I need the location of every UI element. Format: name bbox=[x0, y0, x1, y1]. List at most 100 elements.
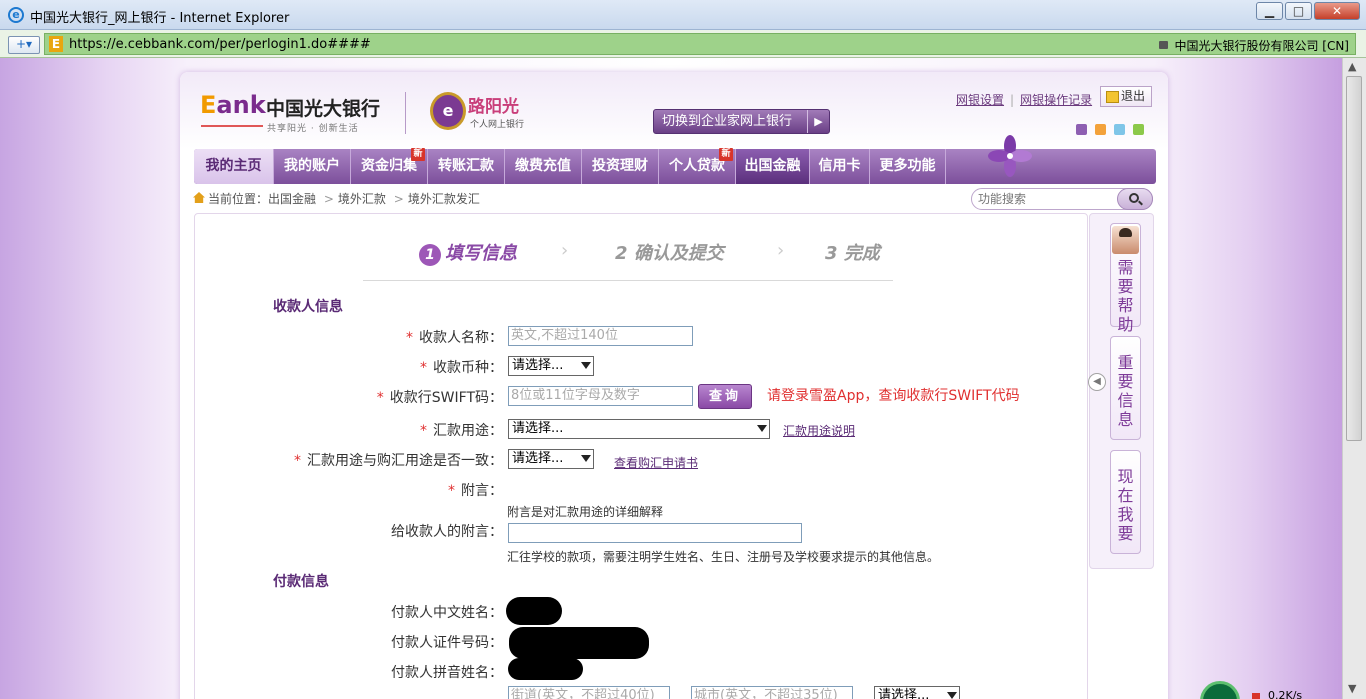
step-confirm: 2 确认及提交 bbox=[615, 239, 724, 265]
do-now-label: 现在我要 bbox=[1117, 467, 1134, 543]
purpose-help-link[interactable]: 汇款用途说明 bbox=[783, 422, 855, 439]
url-field[interactable]: E https://e.cebbank.com/per/perlogin1.do… bbox=[44, 33, 1356, 55]
theme-orange-swatch[interactable] bbox=[1095, 124, 1106, 135]
new-tab-icon[interactable]: +▾ bbox=[8, 36, 40, 54]
do-now-button[interactable]: 现在我要 bbox=[1110, 450, 1141, 554]
important-info-button[interactable]: 重要信息 bbox=[1110, 336, 1141, 440]
step-chevron-icon: › bbox=[777, 240, 785, 261]
swift-input[interactable]: 8位或11位字母及数字 bbox=[508, 386, 693, 406]
certificate-owner: 中国光大银行股份有限公司 [CN] bbox=[1174, 39, 1349, 53]
query-swift-button[interactable]: 查询 bbox=[698, 384, 752, 409]
step-label: 完成 bbox=[843, 243, 880, 264]
ebank-records-link[interactable]: 网银操作记录 bbox=[1020, 93, 1092, 107]
ie-logo-icon: e bbox=[8, 7, 24, 23]
theme-green-swatch[interactable] bbox=[1133, 124, 1144, 135]
link-divider: | bbox=[1010, 93, 1015, 107]
purpose-select[interactable]: 请选择... bbox=[508, 419, 770, 439]
minimize-button[interactable]: ▁ bbox=[1256, 2, 1283, 20]
scroll-up-icon[interactable]: ▲ bbox=[1348, 60, 1356, 73]
menu-home-label: 我的主页 bbox=[205, 158, 262, 174]
scroll-thumb[interactable] bbox=[1346, 76, 1362, 441]
purpose-consistent-select[interactable]: 请选择... bbox=[508, 449, 594, 469]
maximize-button[interactable]: □ bbox=[1285, 2, 1312, 20]
breadcrumb-item: 境外汇款发汇 bbox=[407, 192, 480, 206]
flower-logo-icon bbox=[988, 135, 1032, 177]
need-help-button[interactable]: 需要帮助 bbox=[1110, 223, 1141, 334]
menu-credit-card-label: 信用卡 bbox=[818, 158, 861, 174]
theme-switcher bbox=[1076, 124, 1152, 139]
menu-loans[interactable]: 个人贷款新 bbox=[659, 148, 736, 184]
currency-select[interactable]: 请选择... bbox=[508, 356, 594, 376]
menu-credit-card[interactable]: 信用卡 bbox=[810, 149, 870, 184]
chevron-down-icon bbox=[757, 425, 767, 432]
menu-fund-collection[interactable]: 资金归集新 bbox=[351, 148, 428, 184]
page-scrollbar[interactable]: ▲ ▼ bbox=[1342, 58, 1366, 699]
step-chevron-icon: › bbox=[561, 240, 569, 261]
search-icon-handle bbox=[1138, 200, 1143, 206]
message-note: 汇往学校的款项，需要注明学生姓名、生日、注册号及学校要求提示的其他信息。 bbox=[507, 550, 940, 564]
menu-payments[interactable]: 缴费充值 bbox=[505, 149, 582, 184]
select-value: 请选择... bbox=[512, 421, 564, 436]
switch-enterprise-button[interactable]: 切换到企业家网上银行 ▶ bbox=[653, 109, 830, 134]
payee-name-input[interactable]: 英文,不超过140位 bbox=[508, 326, 693, 346]
page-viewport: Eank 中国光大银行 共享阳光 · 创新生活 e 路阳光 个人网上银行 切换到… bbox=[0, 58, 1342, 699]
payer-section-title: 付款信息 bbox=[273, 574, 329, 590]
help-sidebar: ◀ 需要帮助 重要信息 现在我要 bbox=[1088, 213, 1154, 569]
breadcrumb-item[interactable]: 境外汇款 bbox=[338, 192, 386, 206]
menu-investment[interactable]: 投资理财 bbox=[582, 149, 659, 184]
menu-home[interactable]: 我的主页 bbox=[194, 149, 274, 184]
chevron-down-icon bbox=[947, 692, 957, 699]
step-label: 填写信息 bbox=[445, 243, 517, 264]
scroll-down-icon[interactable]: ▼ bbox=[1348, 682, 1356, 695]
required-mark: * bbox=[420, 360, 427, 376]
collapse-sidebar-icon[interactable]: ◀ bbox=[1088, 373, 1106, 391]
url-text[interactable]: https://e.cebbank.com/per/perlogin1.do##… bbox=[69, 37, 371, 52]
redacted-name bbox=[506, 597, 562, 625]
menu-more[interactable]: 更多功能 bbox=[870, 149, 946, 184]
chevron-down-icon bbox=[581, 362, 591, 369]
new-badge: 新 bbox=[719, 148, 733, 161]
swift-tip: 请登录雪盈App，查询收款行SWIFT代码 bbox=[767, 388, 1020, 404]
logout-button[interactable]: 退出 bbox=[1100, 86, 1152, 107]
select-value: 请选择... bbox=[512, 451, 564, 466]
service-agent-avatar bbox=[1112, 226, 1139, 254]
message-input[interactable] bbox=[508, 523, 802, 543]
step-number: 1 bbox=[419, 244, 441, 266]
certificate-info[interactable]: 中国光大银行股份有限公司 [CN] bbox=[1159, 37, 1349, 54]
message-label: 给收款人的附言： bbox=[391, 524, 503, 540]
theme-purple-swatch[interactable] bbox=[1076, 124, 1087, 135]
breadcrumb: 当前位置：出国金融 > 境外汇款 > 境外汇款发汇 bbox=[193, 190, 480, 207]
search-button[interactable] bbox=[1117, 188, 1153, 210]
select-value: 请选择... bbox=[512, 358, 564, 373]
payee-name-label: * 收款人名称： bbox=[195, 327, 503, 347]
network-speed: 0.2K/s bbox=[1268, 689, 1303, 699]
theme-blue-swatch[interactable] bbox=[1114, 124, 1125, 135]
purpose-consistent-label: * 汇款用途与购汇用途是否一致： bbox=[195, 450, 503, 470]
window-title: 中国光大银行_网上银行 - Internet Explorer bbox=[30, 11, 290, 26]
switch-enterprise-label: 切换到企业家网上银行 bbox=[662, 114, 793, 129]
city-input[interactable]: 城市(英文，不超过35位) bbox=[691, 686, 853, 699]
bank-panel: Eank 中国光大银行 共享阳光 · 创新生活 e 路阳光 个人网上银行 切换到… bbox=[180, 72, 1168, 699]
swift-label: * 收款行SWIFT码： bbox=[195, 387, 503, 407]
breadcrumb-item[interactable]: 出国金融 bbox=[268, 192, 316, 206]
search-input[interactable] bbox=[978, 191, 1108, 207]
header-divider bbox=[405, 92, 406, 134]
required-mark: * bbox=[294, 453, 301, 469]
country-select[interactable]: 请选择... bbox=[874, 686, 960, 699]
form-area: 1 填写信息 › 2 确认及提交 › 3 完成 收款人信息 * 收款人名称： 英文,… bbox=[194, 213, 1088, 699]
top-links: 网银设置 | 网银操作记录 bbox=[956, 91, 1092, 108]
close-window-button[interactable]: ✕ bbox=[1314, 2, 1360, 20]
required-mark: * bbox=[420, 423, 427, 439]
label-text: 收款人名称： bbox=[419, 330, 503, 346]
ebank-settings-link[interactable]: 网银设置 bbox=[956, 93, 1004, 107]
view-application-link[interactable]: 查看购汇申请书 bbox=[614, 454, 698, 471]
new-badge: 新 bbox=[411, 148, 425, 161]
window-titlebar: e 中国光大银行_网上银行 - Internet Explorer ▁ □ ✕ bbox=[0, 0, 1366, 30]
menu-accounts[interactable]: 我的账户 bbox=[274, 149, 351, 184]
menu-overseas-finance[interactable]: 出国金融 bbox=[736, 149, 810, 184]
menu-accounts-label: 我的账户 bbox=[284, 158, 340, 174]
menu-transfer[interactable]: 转账汇款 bbox=[428, 149, 505, 184]
home-icon bbox=[193, 192, 205, 203]
bank-logo: Eank bbox=[200, 91, 266, 119]
street-input[interactable]: 街道(英文，不超过40位) bbox=[508, 686, 670, 699]
